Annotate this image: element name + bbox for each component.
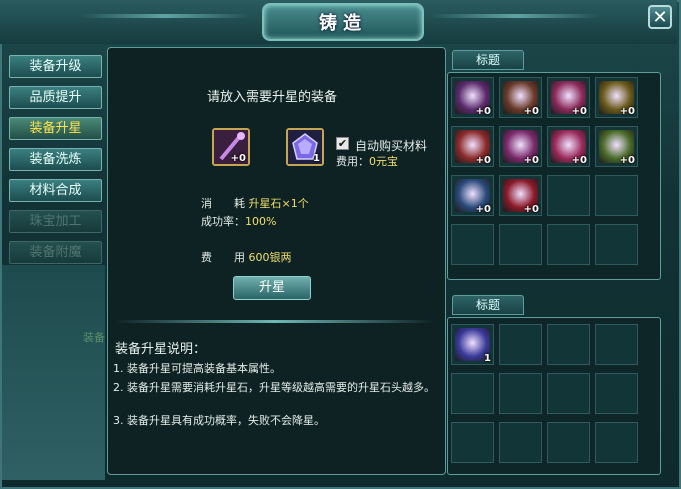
material-cell[interactable] — [547, 324, 590, 365]
equipment-cell[interactable]: +0 — [595, 126, 638, 167]
equipment-cell[interactable] — [595, 224, 638, 265]
equipment-item-qty: +0 — [475, 106, 491, 117]
cost-label: 费 用 — [201, 251, 245, 264]
equipment-item-qty: +0 — [523, 155, 539, 166]
material-cell[interactable] — [451, 373, 494, 414]
tab-jewel-crafting: 珠宝加工 — [9, 210, 102, 233]
material-cell[interactable] — [547, 373, 590, 414]
material-cell[interactable] — [499, 373, 542, 414]
equipment-slot[interactable]: +0 — [212, 128, 250, 166]
equipment-slot-qty: +0 — [230, 153, 246, 164]
equipment-panel-label: 标题 — [452, 50, 524, 70]
equipment-cell[interactable] — [547, 224, 590, 265]
description-item-1: 1. 装备升星可提高装备基本属性。 — [113, 362, 281, 375]
material-cell[interactable] — [499, 324, 542, 365]
success-value: 100% — [245, 215, 277, 228]
material-cell[interactable] — [451, 422, 494, 463]
cost-row: 费 用 600银两 — [201, 249, 292, 265]
equipment-item-qty: +0 — [523, 204, 539, 215]
description-item-2: 2. 装备升星需要消耗升星石，升星等级越高需要的升星石头越多。 — [113, 381, 435, 394]
equipment-item-qty: +0 — [619, 106, 635, 117]
material-panel-label: 标题 — [452, 295, 524, 315]
place-equipment-prompt: 请放入需要升星的装备 — [207, 90, 338, 105]
material-cell[interactable] — [595, 324, 638, 365]
equipment-item-qty: +0 — [475, 204, 491, 215]
description-item-3: 3. 装备升星具有成功概率，失败不会降星。 — [113, 414, 325, 427]
material-cell[interactable] — [595, 373, 638, 414]
title-bar: 铸造 ✕ — [0, 0, 677, 44]
material-slot[interactable]: 1 — [286, 128, 324, 166]
success-label: 成功率： — [201, 215, 245, 228]
tab-equip-upgrade[interactable]: 装备升级 — [9, 55, 102, 78]
material-cell[interactable] — [547, 422, 590, 463]
title-ornament-left — [80, 14, 250, 18]
tab-equip-refine[interactable]: 装备洗炼 — [9, 148, 102, 171]
title-ornament-right — [430, 14, 600, 18]
tab-material-synthesis[interactable]: 材料合成 — [9, 179, 102, 202]
material-slot-qty: 1 — [313, 153, 320, 164]
equipment-cell[interactable] — [451, 224, 494, 265]
equipment-cell[interactable]: +0 — [499, 77, 542, 118]
equipment-item-qty: +0 — [571, 106, 587, 117]
tab-equip-star-up[interactable]: 装备升星 — [9, 117, 102, 140]
cost-value: 600银两 — [248, 251, 292, 264]
consume-label: 消 耗 — [201, 197, 245, 210]
background-scenery — [2, 265, 105, 480]
window-title-plaque: 铸造 — [262, 3, 424, 41]
equipment-cell[interactable]: +0 — [451, 77, 494, 118]
tab-quality-boost[interactable]: 品质提升 — [9, 86, 102, 109]
tab-equip-enchant: 装备附魔 — [9, 241, 102, 264]
equipment-cell[interactable]: +0 — [547, 126, 590, 167]
material-cell[interactable] — [499, 422, 542, 463]
fee-gold-label: 费用： — [336, 155, 369, 168]
fee-gold-row: 费用：0元宝 — [336, 153, 398, 169]
success-row: 成功率：100% — [201, 213, 276, 229]
close-button[interactable]: ✕ — [648, 5, 672, 29]
equipment-item-qty: +0 — [571, 155, 587, 166]
material-item-qty: 1 — [484, 353, 491, 364]
equipment-item-qty: +0 — [523, 106, 539, 117]
consume-value: 升星石×1个 — [248, 197, 309, 210]
equipment-cell[interactable] — [595, 175, 638, 216]
equipment-cell[interactable]: +0 — [499, 126, 542, 167]
side-label: 装备 — [83, 331, 105, 344]
star-up-button[interactable]: 升星 — [233, 276, 311, 300]
fee-gold-value: 0元宝 — [369, 155, 398, 168]
equipment-item-qty: +0 — [619, 155, 635, 166]
equipment-cell[interactable]: +0 — [595, 77, 638, 118]
material-cell[interactable] — [595, 422, 638, 463]
auto-buy-checkbox[interactable]: ✔ — [336, 137, 349, 150]
material-cell[interactable]: 1 — [451, 324, 494, 365]
window-title: 铸造 — [319, 13, 367, 34]
auto-buy-label: 自动购买材料 — [355, 139, 428, 153]
consume-row: 消 耗 升星石×1个 — [201, 195, 309, 211]
description-title: 装备升星说明： — [115, 342, 207, 357]
equipment-cell[interactable] — [499, 224, 542, 265]
equipment-cell[interactable] — [547, 175, 590, 216]
equipment-item-qty: +0 — [475, 155, 491, 166]
equipment-cell[interactable]: +0 — [499, 175, 542, 216]
equipment-cell[interactable]: +0 — [451, 126, 494, 167]
panel-divider — [115, 320, 435, 323]
equipment-cell[interactable]: +0 — [547, 77, 590, 118]
equipment-cell[interactable]: +0 — [451, 175, 494, 216]
